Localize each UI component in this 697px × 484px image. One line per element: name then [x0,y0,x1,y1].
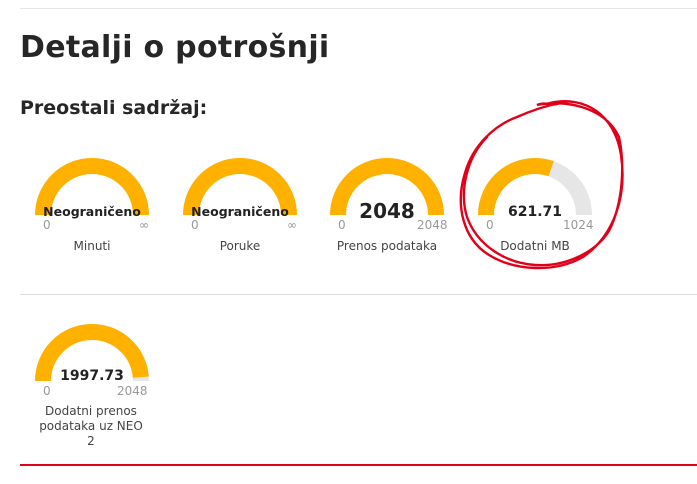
gauge-min: 0 [191,218,199,232]
gauge-max: 1024 [563,218,594,232]
gauge-min: 0 [43,384,51,398]
gauge-min: 0 [43,218,51,232]
section-subtitle: Preostali sadržaj: [20,97,208,119]
gauge-label: Minuti [73,239,111,253]
gauge-value: Neograničeno [43,204,141,219]
gauge-label: Dodatni MB [500,239,570,253]
section-divider [20,294,697,295]
gauge-label: Prenos podataka [336,239,438,253]
gauge-min: 0 [486,218,494,232]
gauge-max: ∞ [287,218,297,232]
gauge-min: 0 [338,218,346,232]
bottom-accent-line [20,464,697,466]
gauge-label: Poruke [219,239,261,253]
gauge-label: Dodatni prenos podataka uz NEO 2 [39,404,143,448]
top-divider [20,8,697,9]
gauge-value: Neograničeno [191,204,289,219]
gauge-value: 1997.73 [60,368,124,384]
gauge-max: 2048 [417,218,448,232]
page-title: Detalji o potrošnji [20,30,330,65]
gauge-max: ∞ [139,218,149,232]
gauge-max: 2048 [117,384,148,398]
